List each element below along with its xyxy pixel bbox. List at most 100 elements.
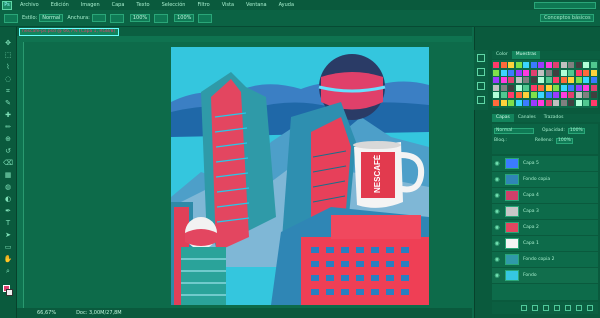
swatch[interactable] (538, 92, 544, 98)
swatch[interactable] (568, 99, 574, 106)
swatch[interactable] (553, 62, 559, 68)
gradient-tool-icon[interactable]: ▦ (3, 171, 13, 179)
swatch[interactable] (500, 92, 507, 98)
swatch[interactable] (560, 77, 567, 83)
swatch[interactable] (515, 84, 522, 91)
hand-tool-icon[interactable]: ✋ (3, 255, 13, 263)
visibility-eye-icon[interactable]: ◉ (492, 176, 502, 183)
menu-ayuda[interactable]: Ayuda (273, 2, 300, 8)
swatch[interactable] (553, 99, 559, 106)
swatches-grid[interactable] (492, 60, 598, 108)
shape-tool-icon[interactable]: ▭ (3, 243, 13, 251)
swatch[interactable] (553, 84, 559, 91)
layer-row[interactable]: ◉ Capa 3 (492, 204, 598, 220)
swatch[interactable] (560, 62, 567, 68)
tab-color[interactable]: Color (492, 51, 512, 59)
swatch[interactable] (493, 84, 499, 91)
opacity-field[interactable]: 100% (129, 14, 151, 22)
menu-vista[interactable]: Vista (216, 2, 240, 8)
swatch[interactable] (568, 77, 574, 83)
pressure-button[interactable] (198, 13, 213, 23)
swatch[interactable] (500, 62, 507, 68)
swatch[interactable] (545, 69, 552, 76)
visibility-eye-icon[interactable]: ◉ (492, 272, 502, 279)
swatch[interactable] (530, 77, 537, 83)
path-select-tool-icon[interactable]: ➤ (3, 231, 13, 239)
swatch[interactable] (560, 69, 567, 76)
swatch[interactable] (508, 69, 514, 76)
style-select[interactable]: Normal (39, 14, 64, 22)
menu-texto[interactable]: Texto (130, 2, 155, 8)
swatch[interactable] (508, 99, 514, 106)
menu-edicion[interactable]: Edición (45, 2, 75, 8)
swatch[interactable] (523, 84, 529, 91)
swatch[interactable] (545, 84, 552, 91)
background-color-swatch[interactable] (6, 289, 13, 296)
swatch[interactable] (560, 92, 567, 98)
tab-swatches[interactable]: Muestras (511, 51, 541, 59)
eraser-tool-icon[interactable]: ⌫ (3, 159, 13, 167)
swatch[interactable] (568, 69, 574, 76)
swatch[interactable] (508, 62, 514, 68)
swatch[interactable] (583, 77, 589, 83)
tab-paths[interactable]: Trazados (540, 114, 568, 122)
blur-tool-icon[interactable]: ◍ (3, 183, 13, 191)
new-group-icon[interactable] (565, 305, 571, 311)
swatch[interactable] (530, 99, 537, 106)
eyedropper-tool-icon[interactable]: ✎ (3, 99, 13, 107)
swatch[interactable] (530, 69, 537, 76)
swatch[interactable] (523, 69, 529, 76)
swatch[interactable] (538, 69, 544, 76)
swatch[interactable] (500, 99, 507, 106)
zoom-level[interactable]: 66,67% (37, 310, 56, 316)
swatch[interactable] (523, 92, 529, 98)
visibility-eye-icon[interactable]: ◉ (492, 192, 502, 199)
layer-row[interactable]: ◉ Fondo copia (492, 172, 598, 188)
swatch[interactable] (553, 92, 559, 98)
tool-preset-button[interactable] (4, 13, 18, 23)
swatch[interactable] (560, 84, 567, 91)
swatch[interactable] (583, 99, 589, 106)
swatch[interactable] (538, 77, 544, 83)
swatch[interactable] (590, 77, 597, 83)
trash-icon[interactable] (587, 305, 593, 311)
swatch[interactable] (575, 77, 582, 83)
marquee-tool-icon[interactable]: ⬚ (3, 51, 13, 59)
link-layers-icon[interactable] (521, 305, 527, 311)
layer-row[interactable]: ◉ Capa 5 (492, 156, 598, 172)
tab-channels[interactable]: Canales (514, 114, 540, 122)
swatch[interactable] (538, 62, 544, 68)
swatch[interactable] (500, 77, 507, 83)
visibility-eye-icon[interactable]: ◉ (492, 208, 502, 215)
menu-capa[interactable]: Capa (106, 2, 131, 8)
menu-filtro[interactable]: Filtro (191, 2, 215, 8)
swatch[interactable] (530, 92, 537, 98)
swatch[interactable] (590, 69, 597, 76)
swatch[interactable] (515, 99, 522, 106)
swatch[interactable] (493, 99, 499, 106)
swatch[interactable] (493, 69, 499, 76)
zoom-tool-icon[interactable]: ⌕ (3, 267, 13, 275)
tab-layers[interactable]: Capas (492, 114, 514, 122)
swatch[interactable] (568, 62, 574, 68)
swatch[interactable] (583, 69, 589, 76)
swatch[interactable] (553, 69, 559, 76)
width-field[interactable] (91, 14, 106, 22)
swatch[interactable] (590, 92, 597, 98)
layer-opacity-field[interactable]: 100% (567, 127, 585, 134)
new-layer-icon[interactable] (576, 305, 582, 311)
swatch[interactable] (493, 92, 499, 98)
swatch[interactable] (538, 99, 544, 106)
swatch[interactable] (530, 84, 537, 91)
swatch[interactable] (590, 62, 597, 68)
menu-imagen[interactable]: Imagen (75, 2, 106, 8)
dodge-tool-icon[interactable]: ◐ (3, 195, 13, 203)
document-tab[interactable]: nescafe-ps.psd @ 66,7% (Capa 1, RGB/8) (19, 28, 119, 36)
crop-tool-icon[interactable]: ⌗ (3, 87, 13, 95)
layer-mask-icon[interactable] (543, 305, 549, 311)
visibility-eye-icon[interactable]: ◉ (492, 160, 502, 167)
workspace-switcher[interactable]: Conceptos básicos (540, 14, 594, 22)
swatch[interactable] (545, 92, 552, 98)
healing-tool-icon[interactable]: ✚ (3, 111, 13, 119)
swatch[interactable] (590, 99, 597, 106)
